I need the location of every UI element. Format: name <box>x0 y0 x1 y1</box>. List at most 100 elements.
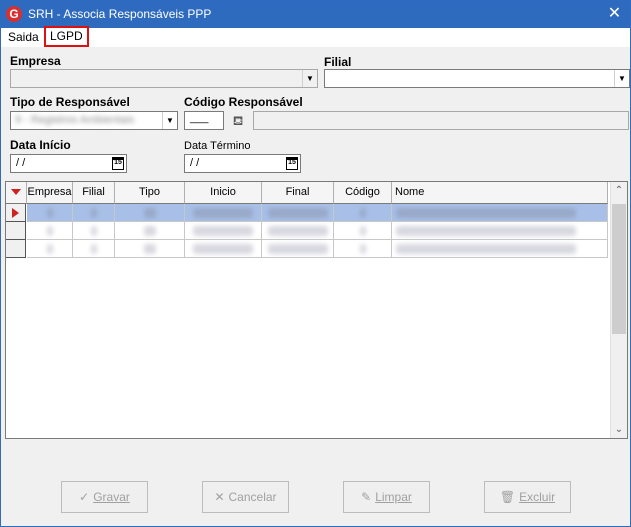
cell-value: 09 <box>143 208 156 218</box>
cell-value: 01/01/2016 <box>193 244 253 254</box>
column-header-final[interactable]: Final <box>262 182 334 204</box>
column-header-nome[interactable]: Nome <box>392 182 608 204</box>
cell-nome[interactable]: Responsável Registro Ambiental <box>392 222 608 240</box>
triangle-right-icon <box>12 208 19 218</box>
cell-final[interactable]: 31/12/2016 <box>262 240 334 258</box>
cell-value: 09 <box>143 244 156 254</box>
column-header-inicio[interactable]: Inicio <box>185 182 262 204</box>
cell-value: 31/08/2015 <box>267 208 328 218</box>
scroll-down-icon[interactable]: ⌄ <box>611 421 627 438</box>
cell-value: Responsável Registro Ambiental <box>396 208 576 218</box>
data-inicio-label: Data Início <box>10 138 71 152</box>
cell-tipo[interactable]: 09 <box>115 240 185 258</box>
cell-tipo[interactable]: 07 <box>115 222 185 240</box>
cancelar-button[interactable]: ✕ Cancelar <box>202 481 289 513</box>
calendar-icon[interactable]: 15 <box>286 157 298 170</box>
row-indicator[interactable] <box>6 222 26 240</box>
limpar-label: Limpar <box>375 490 412 504</box>
menu-item-saida[interactable]: Saida <box>8 30 39 44</box>
tipo-responsavel-label: Tipo de Responsável <box>10 95 130 109</box>
table-row[interactable]: 1 1 09 01/01/2016 31/12/2016 3 Responsável Reg… <box>6 240 608 258</box>
cell-final[interactable]: 31/12/2015 <box>262 222 334 240</box>
data-termino-label: Data Término <box>184 140 251 152</box>
column-header-empresa[interactable]: Empresa <box>27 182 73 204</box>
codigo-responsavel-input[interactable]: ___ <box>184 111 224 130</box>
cell-value: Responsável Registro Ambiental <box>396 226 576 236</box>
cell-value: 01/09/2015 <box>193 226 253 236</box>
table-row[interactable]: 1 1 09 09/03/2014 31/08/2015 1 Responsável Reg… <box>6 204 608 222</box>
cell-codigo[interactable]: 3 <box>334 240 392 258</box>
triangle-down-icon <box>11 189 21 195</box>
empresa-label: Empresa <box>10 54 61 68</box>
tipo-responsavel-combo[interactable]: 9 - Registros Ambientais ▼ <box>10 111 178 130</box>
eraser-icon: ✎ <box>361 490 372 504</box>
close-button[interactable]: ✕ <box>599 1 630 28</box>
scroll-thumb[interactable] <box>612 204 626 334</box>
filial-label: Filial <box>324 55 352 69</box>
calendar-icon[interactable]: 15 <box>112 157 124 170</box>
filial-combo[interactable]: ▼ <box>324 69 630 88</box>
cell-empresa[interactable]: 1 <box>27 204 73 222</box>
chevron-down-icon[interactable]: ▼ <box>162 112 177 129</box>
cancel-x-icon: ✕ <box>214 490 225 504</box>
responsaveis-grid[interactable]: Empresa Filial Tipo Inicio Final Código … <box>5 181 628 439</box>
cell-value: 1 <box>90 226 97 236</box>
codigo-responsavel-value: ___ <box>190 112 209 124</box>
menu-item-lgpd[interactable]: LGPD <box>44 26 89 47</box>
chevron-down-icon[interactable]: ▼ <box>302 70 317 87</box>
table-row[interactable]: 1 1 07 01/09/2015 31/12/2015 2 Responsável Reg… <box>6 222 608 240</box>
cell-value: 1 <box>359 208 366 218</box>
column-header-filial[interactable]: Filial <box>73 182 115 204</box>
cell-inicio[interactable]: 01/09/2015 <box>185 222 262 240</box>
cell-value: 1 <box>90 244 97 254</box>
cell-codigo[interactable]: 2 <box>334 222 392 240</box>
empresa-combo[interactable]: ▼ <box>10 69 318 88</box>
cell-final[interactable]: 31/08/2015 <box>262 204 334 222</box>
row-indicator[interactable] <box>6 240 26 258</box>
grid-sort-indicator[interactable] <box>6 182 27 204</box>
chevron-down-icon[interactable]: ▼ <box>614 70 629 87</box>
cell-value: 31/12/2016 <box>267 244 328 254</box>
column-header-codigo[interactable]: Código <box>334 182 392 204</box>
cell-empresa[interactable]: 1 <box>27 222 73 240</box>
binoculars-search-icon[interactable]: ⛾ <box>226 111 250 131</box>
responsavel-nome-field <box>253 111 629 130</box>
cell-value: 31/12/2015 <box>267 226 328 236</box>
data-termino-input[interactable]: / / 15 <box>184 154 301 173</box>
column-header-tipo[interactable]: Tipo <box>115 182 185 204</box>
cell-value: 09/03/2014 <box>193 208 253 218</box>
cell-value: 1 <box>46 244 53 254</box>
app-icon: G <box>6 6 22 22</box>
data-termino-value: / / <box>190 157 200 169</box>
cell-filial[interactable]: 1 <box>73 222 115 240</box>
cell-filial[interactable]: 1 <box>73 240 115 258</box>
cell-value: 1 <box>46 226 53 236</box>
cell-codigo[interactable]: 1 <box>334 204 392 222</box>
tipo-responsavel-value: 9 - Registros Ambientais <box>15 114 135 126</box>
excluir-button[interactable]: 🗑 Excluir <box>484 481 571 513</box>
cell-tipo[interactable]: 09 <box>115 204 185 222</box>
cell-inicio[interactable]: 09/03/2014 <box>185 204 262 222</box>
cell-nome[interactable]: Responsável Registro Ambiental <box>392 204 608 222</box>
limpar-button[interactable]: ✎ Limpar <box>343 481 430 513</box>
cell-value: 2 <box>359 226 366 236</box>
cancelar-label: Cancelar <box>228 490 277 504</box>
trash-icon: 🗑 <box>499 490 516 504</box>
excluir-label: Excluir <box>519 490 556 504</box>
codigo-responsavel-label: Código Responsável <box>184 95 303 109</box>
cell-empresa[interactable]: 1 <box>27 240 73 258</box>
cell-filial[interactable]: 1 <box>73 204 115 222</box>
cell-value: 1 <box>90 208 97 218</box>
menu-bar: Saida LGPD <box>1 26 630 47</box>
gravar-label: Gravar <box>93 490 130 504</box>
gravar-button[interactable]: ✓ Gravar <box>61 481 148 513</box>
cell-value: Responsável Registro Ambiental <box>396 244 576 254</box>
vertical-scrollbar[interactable]: ⌃ ⌄ <box>610 182 627 438</box>
scroll-up-icon[interactable]: ⌃ <box>611 182 627 199</box>
cell-nome[interactable]: Responsável Registro Ambiental <box>392 240 608 258</box>
data-inicio-input[interactable]: / / 15 <box>10 154 127 173</box>
row-indicator[interactable] <box>6 204 26 222</box>
cell-value: 1 <box>46 208 53 218</box>
window-title: SRH - Associa Responsáveis PPP <box>28 7 212 21</box>
cell-inicio[interactable]: 01/01/2016 <box>185 240 262 258</box>
